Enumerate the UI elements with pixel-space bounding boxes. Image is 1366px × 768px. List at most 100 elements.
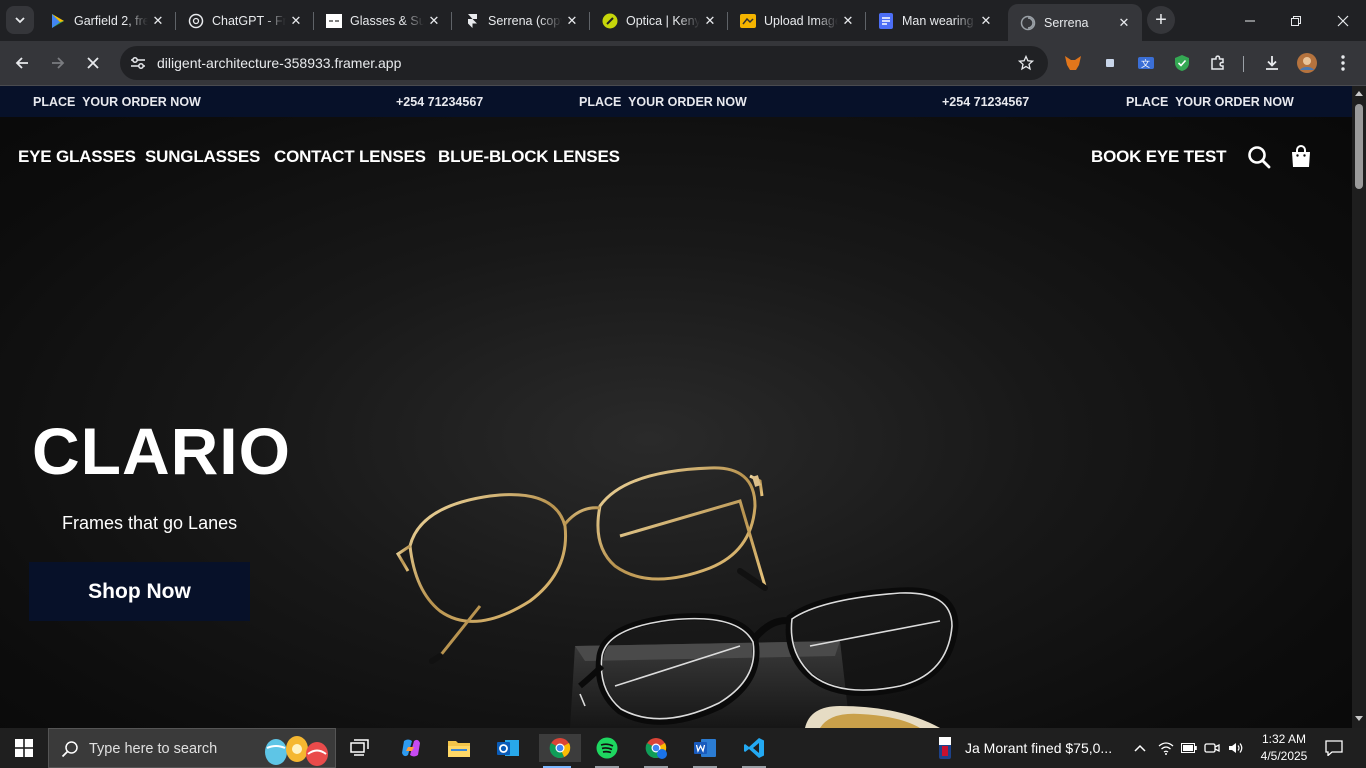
close-icon[interactable]: ✕ — [562, 13, 582, 29]
outlook-icon[interactable] — [490, 734, 526, 762]
stop-loading-button[interactable] — [77, 47, 109, 79]
vscode-icon[interactable] — [736, 734, 772, 768]
close-icon[interactable]: ✕ — [700, 13, 720, 29]
site-settings-icon[interactable] — [130, 56, 146, 70]
svg-text:文: 文 — [1141, 58, 1150, 69]
tab-serrena-active[interactable]: Serrena ✕ — [1008, 4, 1142, 41]
close-icon[interactable]: ✕ — [424, 13, 444, 29]
shield-icon[interactable] — [1172, 53, 1192, 73]
glasses-site-icon — [326, 13, 342, 29]
close-icon — [1337, 15, 1349, 26]
back-button[interactable] — [6, 47, 38, 79]
task-view-icon[interactable] — [342, 734, 378, 762]
close-window-button[interactable] — [1320, 0, 1366, 41]
translate-extension-icon[interactable]: 文 — [1136, 53, 1156, 73]
nav-contact-lenses[interactable]: CONTACT LENSES — [274, 147, 426, 167]
tab-serrena-copy[interactable]: Serrena (copy) ✕ — [452, 0, 590, 41]
page-scrollbar[interactable] — [1352, 86, 1366, 728]
tab-title: Serrena (copy) — [488, 13, 562, 28]
hero-glasses-image — [395, 466, 959, 728]
tab-upload-image[interactable]: Upload Image ✕ — [728, 0, 866, 41]
profile-avatar[interactable] — [1297, 53, 1317, 73]
hero-tagline: Frames that go Lanes — [62, 513, 238, 533]
announcement-text: PLACE YOUR ORDER NOW — [33, 95, 201, 109]
volume-icon[interactable] — [1224, 734, 1248, 762]
tab-title: Garfield 2, free — [74, 13, 148, 28]
meet-now-icon[interactable] — [1201, 734, 1223, 762]
chrome-profile-icon[interactable] — [638, 734, 674, 768]
restore-button[interactable] — [1273, 0, 1319, 41]
taskbar-search-box[interactable]: Type here to search — [48, 728, 336, 768]
download-icon[interactable] — [1262, 53, 1282, 73]
optica-icon — [602, 13, 618, 29]
nav-blue-block-lenses[interactable]: BLUE-BLOCK LENSES — [438, 147, 620, 167]
spotify-icon[interactable] — [589, 734, 625, 768]
tab-optica[interactable]: Optica | Kenya ✕ — [590, 0, 728, 41]
search-icon — [61, 741, 78, 758]
tab-title: Optica | Kenya — [626, 13, 700, 28]
word-icon[interactable] — [687, 734, 723, 768]
minimize-button[interactable] — [1227, 0, 1273, 41]
browser-menu-icon[interactable] — [1333, 53, 1353, 73]
nav-eye-glasses[interactable]: EYE GLASSES — [18, 147, 136, 167]
url-text: diligent-architecture-358933.framer.app — [157, 55, 402, 71]
minimize-icon — [1245, 20, 1255, 21]
clock-date: 4/5/2025 — [1260, 749, 1308, 763]
news-widget-icon[interactable] — [928, 734, 962, 762]
tab-title: Upload Image — [764, 13, 838, 28]
announcement-phone: +254 71234567 — [942, 95, 1030, 109]
play-store-icon — [50, 13, 66, 29]
tab-glasses-sunglasses[interactable]: Glasses & Sunglasses ✕ — [314, 0, 452, 41]
announcement-text: PLACE YOUR ORDER NOW — [579, 95, 747, 109]
tab-chatgpt[interactable]: ChatGPT - Free ✕ — [176, 0, 314, 41]
forward-button[interactable] — [42, 47, 74, 79]
chrome-taskbar-icon[interactable] — [539, 734, 581, 768]
new-tab-button[interactable]: + — [1147, 6, 1175, 34]
scrollbar-thumb[interactable] — [1355, 104, 1363, 189]
announcement-phone: +254 71234567 — [396, 95, 484, 109]
shopping-bag-icon[interactable] — [1290, 144, 1312, 173]
star-icon[interactable] — [1018, 55, 1034, 71]
close-icon[interactable]: ✕ — [148, 13, 168, 29]
browser-tab-strip: Garfield 2, free ✕ ChatGPT - Free ✕ Glas… — [0, 0, 1366, 41]
scroll-down-icon[interactable] — [1355, 716, 1363, 722]
extension-square-icon[interactable] — [1100, 53, 1120, 73]
puzzle-icon[interactable] — [1208, 53, 1228, 73]
nav-book-eye-test[interactable]: BOOK EYE TEST — [1091, 147, 1227, 167]
tab-garfield[interactable]: Garfield 2, free ✕ — [38, 0, 176, 41]
close-icon[interactable]: ✕ — [1114, 15, 1134, 31]
tab-title: Glasses & Sunglasses — [350, 13, 424, 28]
scroll-up-icon[interactable] — [1355, 90, 1363, 96]
announcement-text: PLACE YOUR ORDER NOW — [1126, 95, 1294, 109]
wifi-icon[interactable] — [1154, 734, 1178, 762]
windows-taskbar: Type here to search Ja Morant fined $75,… — [0, 728, 1366, 768]
tab-search-button[interactable] — [6, 6, 34, 34]
brand-logo: CLARIO — [32, 414, 291, 488]
chevron-down-icon — [15, 17, 25, 24]
close-icon[interactable]: ✕ — [976, 13, 996, 29]
address-bar[interactable]: diligent-architecture-358933.framer.app — [120, 46, 1048, 80]
webpage: PLACE YOUR ORDER NOW +254 71234567 PLACE… — [0, 86, 1352, 728]
windows-start-icon[interactable] — [6, 734, 42, 762]
announcement-bar: PLACE YOUR ORDER NOW +254 71234567 PLACE… — [0, 86, 1352, 117]
notifications-icon[interactable] — [1318, 734, 1350, 762]
arrow-left-icon — [15, 57, 28, 69]
restore-icon — [1291, 15, 1301, 26]
search-icon[interactable] — [1247, 145, 1271, 174]
metamask-icon[interactable] — [1063, 53, 1083, 73]
battery-icon[interactable] — [1178, 734, 1200, 762]
copilot-icon[interactable] — [393, 734, 429, 762]
browser-toolbar: diligent-architecture-358933.framer.app … — [0, 41, 1366, 86]
chatgpt-icon — [188, 13, 204, 29]
upload-icon — [740, 13, 756, 29]
nav-sunglasses[interactable]: SUNGLASSES — [145, 147, 260, 167]
globe-icon — [1020, 15, 1036, 31]
close-icon[interactable]: ✕ — [286, 13, 306, 29]
tab-man-wearing[interactable]: Man wearing ✕ — [866, 0, 1004, 41]
news-headline[interactable]: Ja Morant fined $75,0... — [965, 740, 1112, 756]
close-icon[interactable]: ✕ — [838, 13, 858, 29]
chevron-up-icon[interactable] — [1126, 734, 1154, 762]
file-explorer-icon[interactable] — [441, 734, 477, 762]
system-clock[interactable]: 1:32 AM 4/5/2025 — [1252, 731, 1316, 765]
shop-now-button[interactable]: Shop Now — [29, 562, 250, 621]
